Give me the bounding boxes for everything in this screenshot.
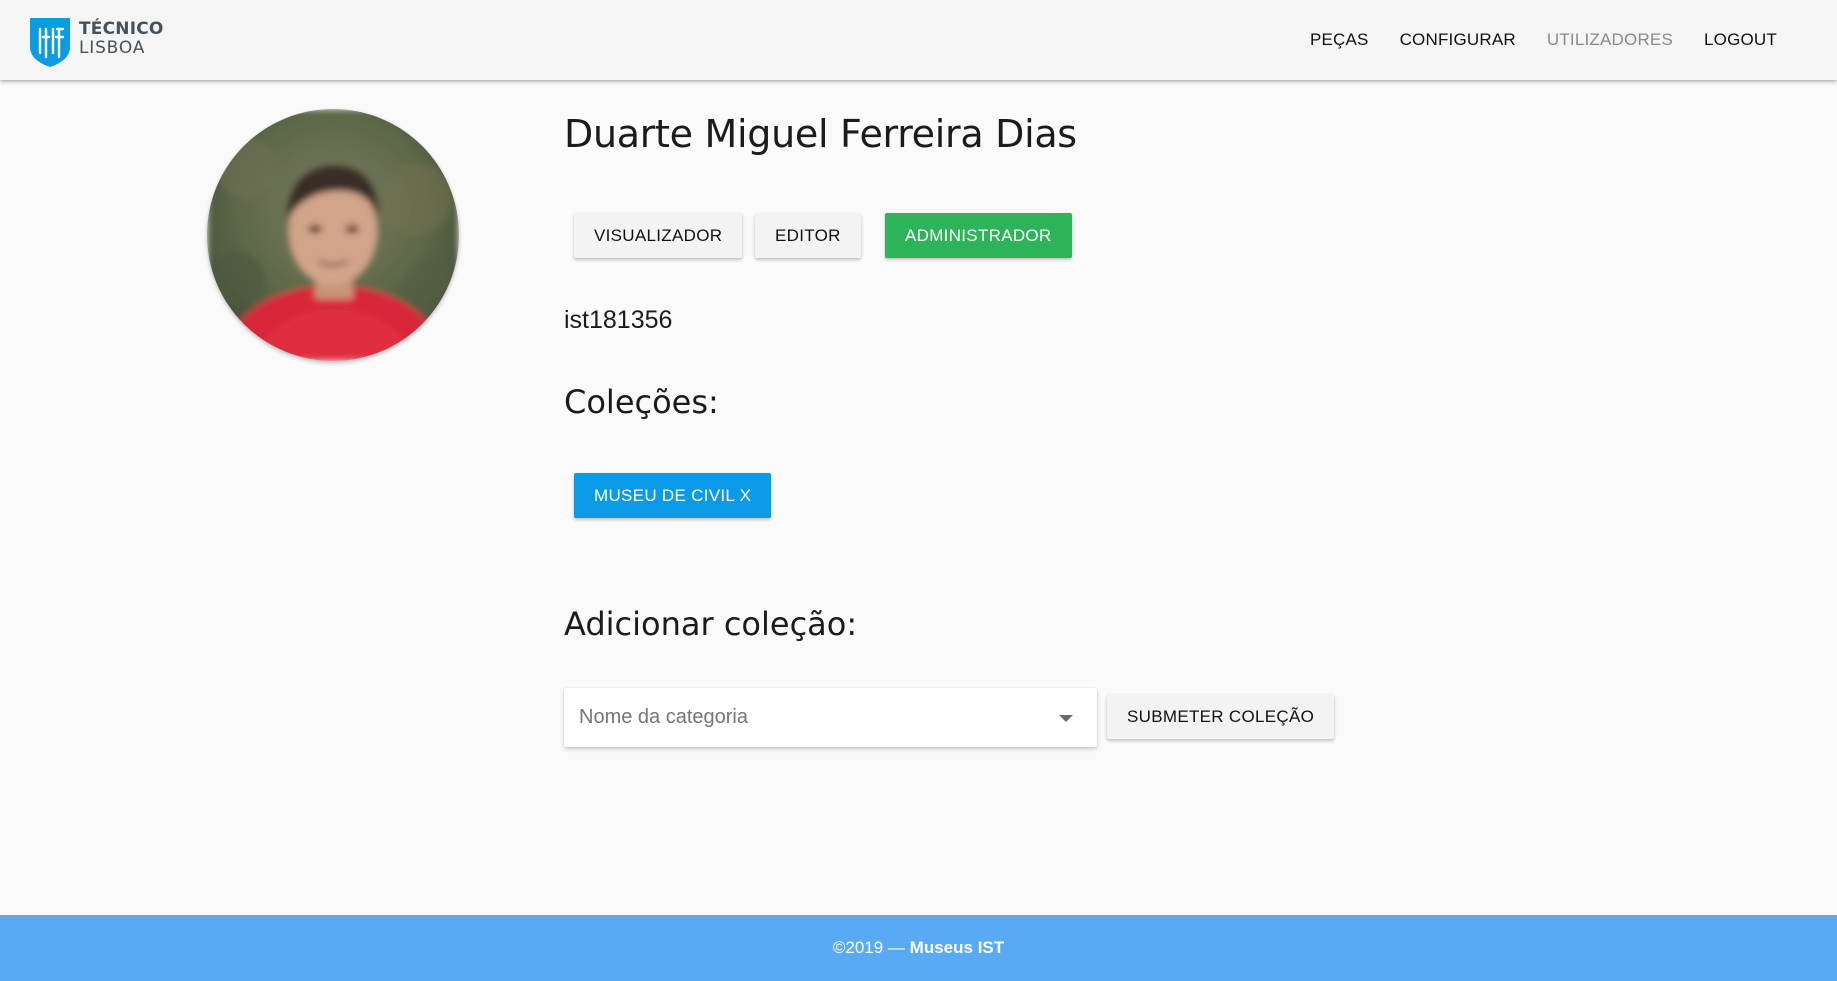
dropdown-arrow-icon [1059,715,1073,722]
app-bar: TÉCNICO LISBOA PEÇAS CONFIGURAR UTILIZAD… [0,0,1837,80]
role-visualizador-button[interactable]: VISUALIZADOR [574,213,743,258]
role-editor-button[interactable]: EDITOR [755,213,861,258]
main-nav: PEÇAS CONFIGURAR UTILIZADORES LOGOUT [1279,0,1777,80]
nav-utilizadores[interactable]: UTILIZADORES [1547,30,1673,50]
nav-logout[interactable]: LOGOUT [1704,30,1777,50]
nav-configurar[interactable]: CONFIGURAR [1400,30,1516,50]
footer-brand-link[interactable]: Museus IST [910,938,1004,957]
nav-pecas[interactable]: PEÇAS [1310,30,1369,50]
logo-line-1: TÉCNICO [79,19,164,39]
user-photo [207,109,459,361]
logo-line-2: LISBOA [79,38,146,58]
footer: ©2019 — Museus IST [0,915,1837,981]
user-id: ist181356 [564,306,673,334]
ist-shield-icon [30,18,70,67]
user-name: Duarte Miguel Ferreira Dias [564,112,1077,156]
collections-title: Coleções: [564,383,719,421]
category-select[interactable]: Nome da categoria [564,688,1097,747]
footer-copyright: ©2019 — [832,938,905,957]
logo-wordmark: TÉCNICO LISBOA [79,20,164,58]
collection-chip-button[interactable]: MUSEU DE CIVIL X [574,473,772,518]
category-select-placeholder: Nome da categoria [579,706,748,728]
tecnico-lisboa-logo[interactable]: TÉCNICO LISBOA [29,17,169,67]
submit-collection-button[interactable]: SUBMETER COLEÇÃO [1107,694,1335,739]
add-collection-title: Adicionar coleção: [564,605,858,643]
role-administrador-button[interactable]: ADMINISTRADOR [885,213,1072,258]
avatar [207,109,459,361]
